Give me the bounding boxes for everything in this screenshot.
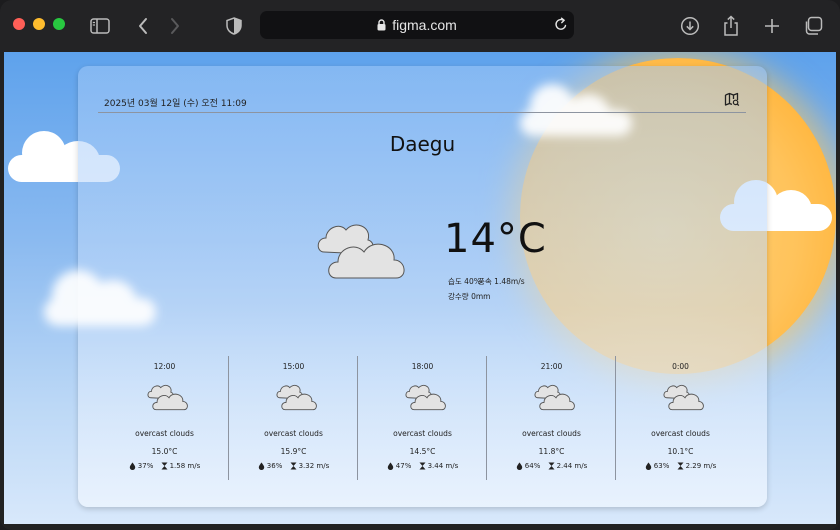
forecast-humidity: 64% — [524, 462, 541, 470]
forecast-time: 18:00 — [411, 362, 434, 371]
shield-icon[interactable] — [221, 13, 247, 39]
overcast-clouds-icon — [662, 378, 708, 416]
wind-icon — [419, 462, 426, 470]
tabs-icon[interactable] — [800, 13, 826, 39]
url-text: figma.com — [392, 17, 457, 33]
forecast-wind: 3.44 m/s — [427, 462, 459, 470]
forecast-time: 21:00 — [540, 362, 563, 371]
forecast-humidity: 37% — [137, 462, 154, 470]
forward-icon[interactable] — [162, 13, 188, 39]
maximize-window-button[interactable] — [53, 18, 65, 30]
forecast-time: 0:00 — [672, 362, 689, 371]
overcast-clouds-icon — [275, 378, 321, 416]
forecast-humidity: 63% — [653, 462, 670, 470]
forecast-temperature: 11.8°C — [538, 447, 565, 456]
weather-page: 2025년 03월 12일 (수) 오전 11:09 Daegu 14°C 습도… — [4, 52, 836, 524]
forecast-description: overcast clouds — [522, 429, 581, 438]
overcast-clouds-icon — [314, 210, 414, 286]
forecast-description: overcast clouds — [135, 429, 194, 438]
reload-icon[interactable] — [554, 17, 568, 36]
cloud-decoration — [44, 270, 156, 328]
forecast-time: 12:00 — [153, 362, 176, 371]
humidity-icon — [645, 462, 651, 470]
forecast-description: overcast clouds — [393, 429, 452, 438]
forecast-description: overcast clouds — [264, 429, 323, 438]
lock-icon — [377, 16, 386, 35]
city-name: Daegu — [389, 132, 456, 156]
forecast-item: 15:00 overcast clouds 15.9°C 36% 3.32 m/… — [229, 356, 358, 480]
forecast-item: 0:00 overcast clouds 10.1°C 63% 2.29 m/s — [616, 356, 745, 480]
humidity-icon — [516, 462, 522, 470]
forecast-item: 12:00 overcast clouds 15.0°C 37% 1.58 m/… — [100, 356, 229, 480]
new-tab-icon[interactable] — [759, 13, 785, 39]
forecast-time: 15:00 — [282, 362, 305, 371]
wind-text: 풍속 1.48m/s — [478, 277, 525, 286]
browser-window: figma.com 2025년 03월 12일 (수) 오전 11:09 Dae… — [0, 0, 840, 530]
forecast-humidity: 36% — [266, 462, 283, 470]
back-icon[interactable] — [130, 13, 156, 39]
wind-icon — [290, 462, 297, 470]
forecast-wind: 1.58 m/s — [169, 462, 201, 470]
close-window-button[interactable] — [13, 18, 25, 30]
browser-toolbar: figma.com — [0, 0, 840, 52]
humidity-icon — [387, 462, 393, 470]
overcast-clouds-icon — [404, 378, 450, 416]
forecast-temperature: 15.9°C — [280, 447, 307, 456]
forecast-wind: 3.32 m/s — [298, 462, 330, 470]
forecast-humidity: 47% — [395, 462, 412, 470]
forecast-wind: 2.29 m/s — [685, 462, 717, 470]
weather-card: 2025년 03월 12일 (수) 오전 11:09 Daegu 14°C 습도… — [44, 66, 767, 507]
sidebar-icon[interactable] — [87, 13, 113, 39]
humidity-icon — [258, 462, 264, 470]
header-divider — [98, 112, 746, 113]
cloud-decoration — [520, 84, 632, 138]
wind-icon — [677, 462, 684, 470]
forecast-temperature: 14.5°C — [409, 447, 436, 456]
forecast-description: overcast clouds — [651, 429, 710, 438]
overcast-clouds-icon — [533, 378, 579, 416]
forecast-wind: 2.44 m/s — [556, 462, 588, 470]
forecast-item: 18:00 overcast clouds 14.5°C 47% 3.44 m/… — [358, 356, 487, 480]
forecast-temperature: 15.0°C — [151, 447, 178, 456]
current-temperature: 14°C — [444, 216, 547, 262]
share-icon[interactable] — [718, 13, 744, 39]
download-icon[interactable] — [677, 13, 703, 39]
forecast-temperature: 10.1°C — [667, 447, 694, 456]
humidity-text: 습도 40% — [448, 277, 481, 286]
wind-icon — [548, 462, 555, 470]
map-icon[interactable] — [724, 92, 740, 111]
minimize-window-button[interactable] — [33, 18, 45, 30]
overcast-clouds-icon — [146, 378, 192, 416]
precipitation-text: 강수량 0mm — [448, 292, 491, 301]
forecast-item: 21:00 overcast clouds 11.8°C 64% 2.44 m/… — [487, 356, 616, 480]
current-datetime: 2025년 03월 12일 (수) 오전 11:09 — [104, 99, 247, 109]
wind-icon — [161, 462, 168, 470]
address-bar[interactable]: figma.com — [260, 11, 574, 39]
humidity-icon — [129, 462, 135, 470]
